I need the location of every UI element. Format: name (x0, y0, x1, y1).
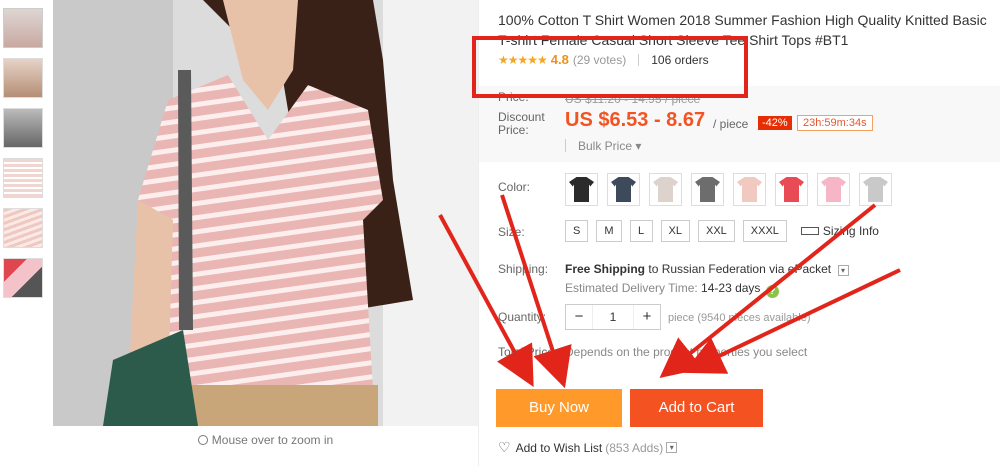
buy-now-button[interactable]: Buy Now (496, 389, 622, 427)
shipping-to: to (648, 262, 659, 276)
color-swatch-7[interactable] (817, 173, 850, 206)
size-xxxl[interactable]: XXXL (742, 220, 787, 242)
main-product-image[interactable] (53, 0, 478, 426)
discount-price-label: Discount (498, 110, 545, 124)
color-label: Color: (498, 180, 531, 194)
magnifier-icon (197, 435, 208, 445)
wish-list-label: Add to Wish List (515, 440, 603, 455)
color-swatches (565, 173, 892, 206)
estimated-delivery: Estimated Delivery Time: 14-23 days ? (565, 281, 779, 298)
color-swatch-3[interactable] (649, 173, 682, 206)
quantity-stepper: − 1 + (565, 304, 661, 330)
thumbnail-1[interactable] (3, 8, 43, 48)
discount-badge: -42% (758, 116, 792, 130)
thumbnail-6[interactable] (3, 258, 43, 298)
rating-value: 4.8 (550, 52, 569, 67)
color-swatch-2[interactable] (607, 173, 640, 206)
thumbnail-list (3, 8, 45, 308)
heart-icon: ♡ (498, 439, 511, 455)
size-label: Size: (498, 225, 525, 239)
size-xl[interactable]: XL (660, 220, 690, 242)
add-to-cart-button[interactable]: Add to Cart (630, 389, 763, 427)
total-price-note: Depends on the product properties you se… (565, 345, 808, 359)
tshirt-icon (611, 177, 636, 202)
zoom-hint-text: Mouse over to zoom in (211, 433, 334, 447)
wish-count: (853 Adds) (605, 440, 664, 455)
sizing-info-link[interactable]: Sizing Info (800, 224, 879, 238)
product-photo (53, 0, 478, 426)
add-to-wish-list[interactable]: ♡ Add to Wish List (853 Adds) ▾ (498, 439, 678, 456)
thumbnail-5[interactable] (3, 208, 43, 248)
est-days: 14-23 days (701, 281, 761, 295)
shipping-method[interactable]: Free Shipping to Russian Federation via … (565, 262, 849, 276)
size-xxl[interactable]: XXL (697, 220, 735, 242)
product-info-panel: 100% Cotton T Shirt Women 2018 Summer Fa… (478, 0, 1000, 466)
discount-price-label-2: Price: (498, 123, 529, 137)
est-label: Estimated Delivery Time: (565, 281, 698, 295)
free-shipping-text: Free Shipping (565, 262, 646, 276)
quantity-available: piece (9540 pieces available) (668, 312, 811, 324)
quantity-label: Quantity: (498, 310, 547, 324)
per-piece-unit: / piece (713, 117, 749, 131)
size-l[interactable]: L (629, 220, 653, 242)
total-price-label: Total Price: (498, 345, 558, 359)
size-m[interactable]: M (596, 220, 622, 242)
color-swatch-6[interactable] (775, 173, 808, 206)
color-swatch-4[interactable] (691, 173, 724, 206)
tshirt-icon (863, 177, 888, 202)
bulk-price-dropdown[interactable]: Bulk Price ▾ (578, 139, 641, 153)
shipping-label: Shipping: (498, 262, 549, 276)
thumbnail-3[interactable] (3, 108, 43, 148)
divider (565, 139, 566, 152)
divider (638, 53, 640, 66)
color-swatch-5[interactable] (733, 173, 766, 206)
countdown-timer: 23h:59m:34s (797, 115, 873, 131)
zoom-hint: Mouse over to zoom in (53, 426, 478, 454)
quantity-input[interactable]: 1 (592, 305, 634, 329)
color-swatch-1[interactable] (565, 173, 598, 206)
star-rating-icon: ★★★★★ (498, 52, 548, 67)
tshirt-icon (779, 177, 804, 202)
chevron-down-icon[interactable]: ▾ (837, 265, 849, 276)
orders-count: 106 orders (651, 52, 709, 67)
quantity-increase-button[interactable]: + (634, 305, 660, 329)
tshirt-icon (695, 177, 720, 202)
quantity-decrease-button[interactable]: − (566, 305, 592, 329)
tshirt-icon (653, 177, 678, 202)
discount-price: US $6.53 - 8.67 (565, 109, 706, 131)
size-options: S M L XL XXL XXXL Sizing Info (565, 220, 879, 242)
ruler-icon (800, 227, 819, 235)
product-title: 100% Cotton T Shirt Women 2018 Summer Fa… (498, 12, 987, 28)
price-label: Price: (498, 90, 529, 104)
votes-link[interactable]: (29 votes) (573, 53, 626, 67)
help-icon[interactable]: ? (765, 285, 779, 298)
tshirt-icon (821, 177, 846, 202)
sizing-info-text: Sizing Info (822, 224, 879, 238)
shipping-country: Russian Federation via ePacket (661, 262, 832, 276)
tshirt-icon (569, 177, 594, 202)
original-price: US $11.20 - 14.95 / piece (565, 92, 701, 106)
thumbnail-4[interactable] (3, 158, 43, 198)
chevron-down-icon[interactable]: ▾ (666, 442, 678, 453)
rating-row: ★★★★★ 4.8 (29 votes) 106 orders (498, 52, 709, 67)
product-title-line2: T-shirt Female Casual Short Sleeve Tee S… (498, 32, 849, 48)
color-swatch-8[interactable] (859, 173, 892, 206)
tshirt-icon (737, 177, 762, 202)
thumbnail-2[interactable] (3, 58, 43, 98)
size-s[interactable]: S (565, 220, 589, 242)
